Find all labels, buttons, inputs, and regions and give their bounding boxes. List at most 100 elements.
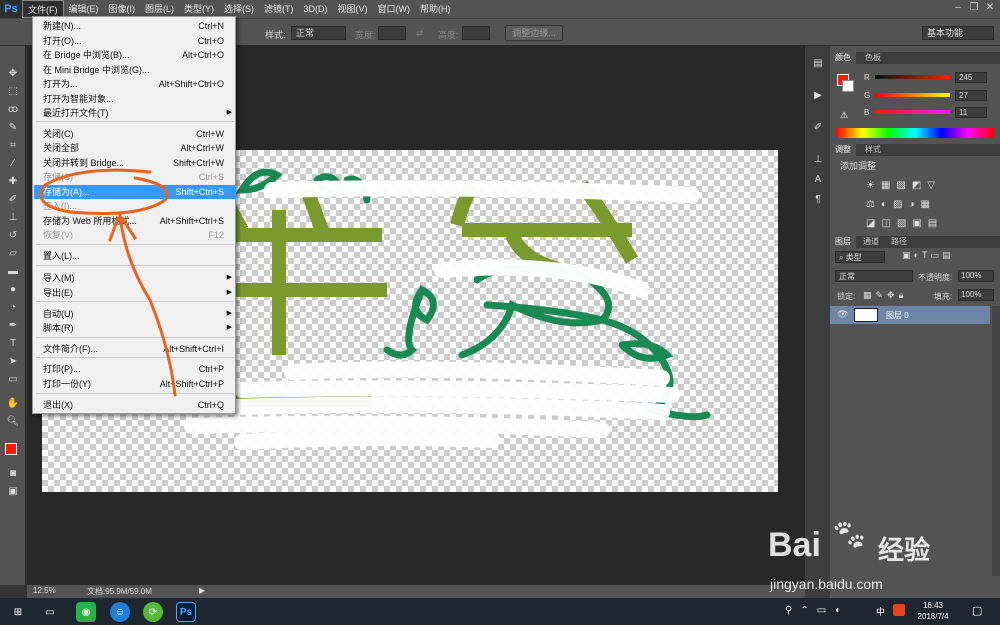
file-menu-item[interactable]: 新建(N)... Ctrl+N [34,19,236,33]
adjustment-icons[interactable]: ☀▦▧◩▽ ⚖◐▨◑▦ ◪◫▧▣▤ [866,176,976,236]
layer-filter-icons[interactable]: ▣◐T▭▤ [902,250,953,261]
height-input[interactable] [462,26,490,40]
file-menu-item[interactable]: 打印一份(Y) Alt+Shift+Ctrl+P [34,377,236,391]
blur-tool-icon[interactable]: ● [5,282,21,296]
file-menu-item[interactable]: 导出(E) ▶ [34,286,236,300]
foreground-color-swatch[interactable] [5,443,17,455]
character-panel-icon[interactable]: A [810,172,826,186]
file-menu-item[interactable]: 在 Mini Bridge 中浏览(G)... [34,63,236,77]
task-view-icon[interactable]: ▭ [40,602,60,622]
notifications-icon[interactable]: ▢ [972,604,982,617]
menu-3d[interactable]: 3D(D) [299,0,333,18]
type-tool-icon[interactable]: T [5,336,21,350]
fill-input[interactable]: 100% [958,289,994,301]
ime-indicator[interactable]: 中 [876,605,885,618]
wechat-icon[interactable]: ◉ [76,602,96,622]
tab-channels[interactable]: 通道 [858,236,884,248]
history-brush-tool-icon[interactable]: ↺ [5,228,21,242]
menu-help[interactable]: 帮助(H) [415,0,456,18]
marquee-tool-icon[interactable]: ⬚ [5,84,21,98]
menu-window[interactable]: 窗口(W) [373,0,416,18]
file-menu-item[interactable]: 打开为智能对象... [34,92,236,106]
tab-styles[interactable]: 样式 [860,144,886,156]
visibility-eye-icon[interactable]: 👁︎ [837,309,848,320]
b-slider[interactable] [875,110,950,114]
crop-tool-icon[interactable]: ⌗ [5,138,21,152]
blend-mode-select[interactable]: 正常 [835,270,913,282]
brush-panel-icon[interactable]: ✐ [810,120,826,134]
app-avatar-icon[interactable]: ☺ [110,602,130,622]
photoshop-taskbar-icon[interactable]: Ps [176,602,196,622]
menu-view[interactable]: 视图(V) [333,0,373,18]
dodge-tool-icon[interactable]: ◔ [5,300,21,314]
file-menu-item[interactable]: 最近打开文件(T) ▶ [34,106,236,120]
layer-row[interactable]: 👁︎ 图层 0 [830,306,990,324]
g-value[interactable]: 27 [955,90,987,101]
history-panel-icon[interactable]: ▤ [810,56,826,70]
screen-mode-icon[interactable]: ▣ [5,484,21,498]
zoom-tool-icon[interactable]: 🔍︎ [5,414,21,428]
windows-start-icon[interactable]: ⊞ [8,602,28,622]
move-tool-icon[interactable]: ✥ [5,66,21,80]
tab-swatches[interactable]: 色板 [860,52,886,64]
file-menu-item[interactable]: 关闭全部 Alt+Ctrl+W [34,141,236,155]
g-slider[interactable] [875,93,950,97]
file-menu-item[interactable]: 打开(O)... Ctrl+O [34,34,236,48]
eyedropper-tool-icon[interactable]: ⁄ [5,156,21,170]
tray-icons[interactable]: ⚲⌃▭◖ [785,605,848,616]
file-menu-item[interactable]: 关闭(C) Ctrl+W [34,127,236,141]
minimize-icon[interactable]: – [952,2,964,14]
quick-select-tool-icon[interactable]: ✎ [5,120,21,134]
tab-color[interactable]: 颜色 [830,52,856,64]
tab-paths[interactable]: 路径 [886,236,912,248]
refine-edge-button[interactable]: 调整边缘... [505,25,563,41]
warning-icon[interactable]: ⚠ [840,110,848,121]
healing-tool-icon[interactable]: ✚ [5,174,21,188]
green-app-icon[interactable]: ⟳ [143,602,163,622]
status-arrow-icon[interactable]: ▶ [199,586,205,595]
menu-filter[interactable]: 滤镜(T) [259,0,299,18]
file-menu-item[interactable]: 存储为(A)... Shift+Ctrl+S [34,185,236,199]
color-spectrum[interactable] [836,128,994,138]
quick-mask-icon[interactable]: ◙ [5,466,21,480]
style-select[interactable]: 正常 [291,26,346,40]
clone-source-panel-icon[interactable]: ⊥ [810,152,826,166]
file-menu-item[interactable]: 打开为... Alt+Shift+Ctrl+O [34,77,236,91]
tab-layers[interactable]: 图层 [830,236,856,248]
gradient-tool-icon[interactable]: ▬ [5,264,21,278]
shape-tool-icon[interactable]: ▭ [5,372,21,386]
stamp-tool-icon[interactable]: ⊥ [5,210,21,224]
path-select-tool-icon[interactable]: ➤ [5,354,21,368]
layers-scrollbar[interactable] [992,306,1000,576]
restore-icon[interactable]: ❐ [968,2,980,14]
file-menu-item[interactable]: 置入(L)... [34,249,236,263]
swap-icon[interactable]: ⇄ [416,28,424,39]
r-slider[interactable] [875,75,950,79]
color-panel-background[interactable] [842,80,854,92]
file-menu-item[interactable]: 在 Bridge 中浏览(B)... Alt+Ctrl+O [34,48,236,62]
tab-adjustments[interactable]: 调整 [830,144,856,156]
actions-panel-icon[interactable]: ▶ [810,88,826,102]
layer-name[interactable]: 图层 0 [886,310,909,321]
file-menu-item[interactable]: 打印(P)... Ctrl+P [34,362,236,376]
lasso-tool-icon[interactable]: ꝏ [5,102,21,116]
zoom-level[interactable]: 12.5% [33,586,56,595]
file-menu-item[interactable]: 自动(U) ▶ [34,307,236,321]
clock[interactable]: 16:43 2018/7/4 [913,600,953,622]
file-menu-item[interactable]: 关闭并转到 Bridge... Shift+Ctrl+W [34,156,236,170]
layer-filter-select[interactable]: ⌕ 类型 [835,251,885,263]
workspace-select[interactable]: 基本功能 [922,26,994,40]
r-value[interactable]: 245 [955,72,987,83]
b-value[interactable]: 11 [955,107,987,118]
brush-tool-icon[interactable]: ✐ [5,192,21,206]
file-menu-item[interactable]: 退出(X) Ctrl+Q [34,398,236,412]
close-icon[interactable]: ✕ [984,2,996,14]
eraser-tool-icon[interactable]: ▱ [5,246,21,260]
pen-tool-icon[interactable]: ✒ [5,318,21,332]
sogou-icon[interactable] [893,604,905,616]
width-input[interactable] [378,26,406,40]
paragraph-panel-icon[interactable]: ¶ [810,192,826,206]
file-menu-item[interactable]: 导入(M) ▶ [34,271,236,285]
opacity-input[interactable]: 100% [958,270,994,282]
file-menu-item[interactable]: 文件简介(F)... Alt+Shift+Ctrl+I [34,342,236,356]
